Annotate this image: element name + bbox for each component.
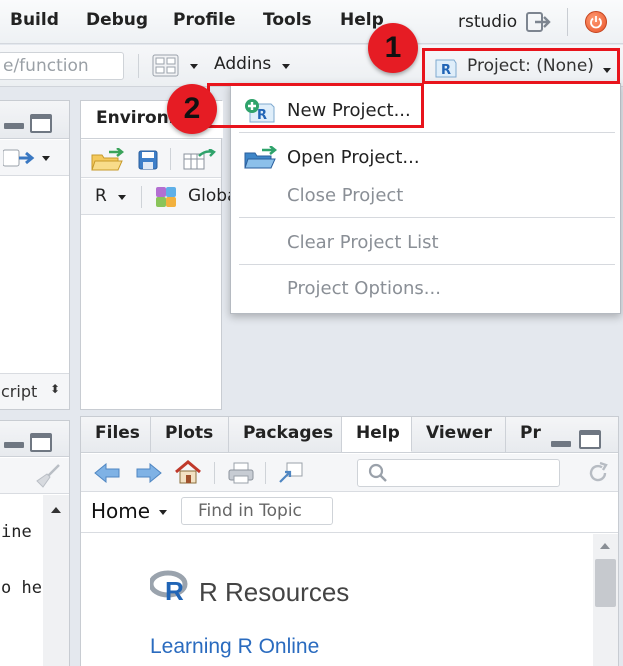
minimize-icon[interactable] [551,441,571,447]
menu-build[interactable]: Build [10,10,59,30]
menu-bar: Build Debug Profile Tools Help rstudio [0,0,623,44]
help-home-menu[interactable]: Home [91,499,150,523]
rstudio-window: Build Debug Profile Tools Help rstudio e… [0,0,623,666]
callout-number-1: 1 [368,23,418,73]
toolbar-divider [141,186,142,208]
minimize-icon[interactable] [4,442,24,448]
environment-pane: Environm R Globa [80,100,238,410]
menu-tools[interactable]: Tools [263,10,312,30]
refresh-icon[interactable] [586,461,610,485]
console-scrollbar[interactable] [43,495,69,666]
source-pane-tabbar [0,101,69,139]
open-project-menu-item[interactable]: Open Project... [287,147,420,168]
chevron-down-icon[interactable] [282,64,290,69]
menu-divider [567,8,568,36]
goto-next-icon[interactable] [2,148,37,168]
menu-separator [239,132,615,133]
menu-separator [239,217,615,218]
console-line: o he [1,578,42,598]
help-search-input[interactable] [357,459,560,487]
broom-icon[interactable] [35,463,61,489]
scroll-thumb[interactable] [595,559,616,607]
load-workspace-icon[interactable] [91,147,125,172]
language-select[interactable]: R [95,186,107,206]
environment-toolbar [81,140,221,178]
global-environment-icon [155,186,177,208]
open-project-icon [244,145,278,170]
help-heading: R Resources [199,577,350,607]
svg-text:R: R [165,576,184,602]
goto-file-function-input[interactable]: e/function [0,52,124,80]
toolbar-divider [170,148,171,170]
chevron-down-icon[interactable] [118,195,126,200]
find-in-topic-input[interactable]: Find in Topic [181,497,333,525]
workspace-panes-icon[interactable] [152,54,179,77]
menu-profile[interactable]: Profile [173,10,235,30]
source-type-select[interactable]: cript [1,382,37,401]
source-pane: cript ⬍ [0,100,70,410]
help-toolbar [81,454,618,492]
search-icon [368,463,388,483]
project-options-menu-item: Project Options... [287,278,441,299]
callout-highlight-new-project [207,83,424,128]
callout-highlight-project-button [422,48,620,84]
r-logo-icon: R [148,570,190,606]
username-label: rstudio [458,12,518,32]
console-line: ine [1,522,32,542]
console-pane: ine o he [0,420,70,666]
addins-menu[interactable]: Addins [214,54,271,74]
tab-viewer[interactable]: Viewer [412,417,506,452]
source-statusbar: cript ⬍ [0,373,69,409]
menu-separator [239,264,615,265]
toolbar-divider [265,462,266,484]
save-icon[interactable] [138,150,158,170]
source-toolbar [0,140,69,176]
tab-help[interactable]: Help [342,417,412,452]
tab-packages[interactable]: Packages [229,417,342,452]
print-icon[interactable] [227,462,255,484]
maximize-icon[interactable] [30,114,52,133]
tab-presentation[interactable]: Pr [506,417,556,452]
scroll-up-icon[interactable] [51,507,61,513]
minimize-icon[interactable] [4,123,24,129]
console-pane-tabbar [0,421,69,457]
toolbar-divider [138,54,139,78]
toolbar-divider [214,462,215,484]
back-arrow-icon[interactable] [94,462,120,484]
clear-project-list-menu-item: Clear Project List [287,232,439,253]
maximize-icon[interactable] [579,430,601,449]
chevron-down-icon[interactable] [190,64,198,69]
tab-files[interactable]: Files [81,417,151,452]
help-pane: Files Plots Packages Help Viewer Pr Home… [80,416,619,666]
updown-icon[interactable]: ⬍ [50,382,60,396]
console-output: ine o he [0,495,43,666]
forward-arrow-icon[interactable] [136,462,162,484]
learning-r-online-link[interactable]: Learning R Online [150,635,319,659]
show-in-window-icon[interactable] [278,462,304,484]
import-dataset-icon[interactable] [183,147,217,171]
help-pane-tabbar: Files Plots Packages Help Viewer Pr [81,417,618,453]
console-toolbar [0,458,69,494]
environment-scope-bar: R Globa [81,179,238,215]
chevron-down-icon[interactable] [159,510,167,515]
home-icon[interactable] [174,460,202,484]
callout-number-2: 2 [167,84,217,134]
close-project-menu-item: Close Project [287,185,404,206]
power-icon[interactable] [585,11,607,33]
tab-plots[interactable]: Plots [151,417,229,452]
chevron-down-icon[interactable] [42,156,50,161]
menu-debug[interactable]: Debug [86,10,148,30]
sign-out-icon[interactable] [526,11,552,33]
maximize-icon[interactable] [30,433,52,452]
help-scrollbar[interactable] [593,534,618,666]
scroll-up-icon[interactable] [600,543,610,549]
